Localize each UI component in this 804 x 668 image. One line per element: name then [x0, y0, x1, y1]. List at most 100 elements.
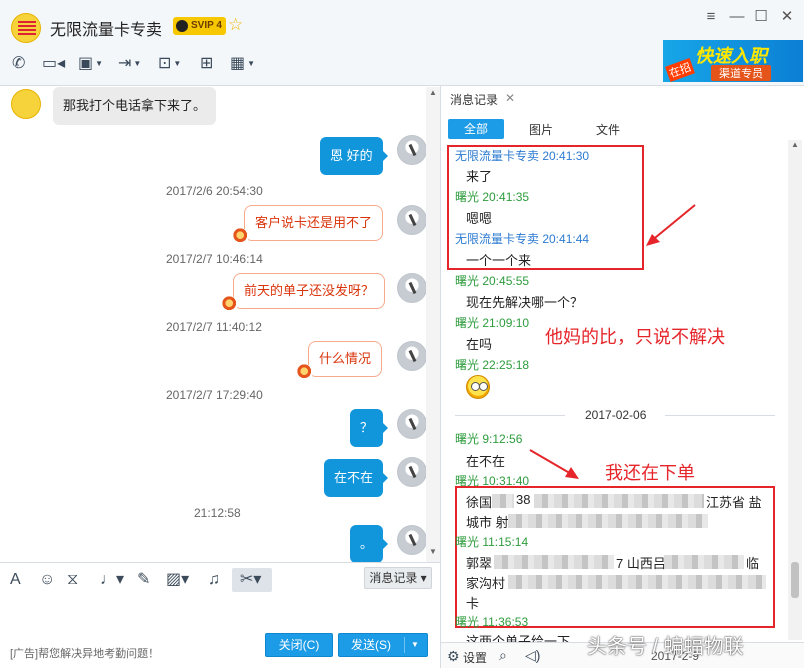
message-board-icon[interactable]: ⊞	[200, 55, 213, 73]
annotation-arrow	[646, 204, 696, 246]
timestamp: 2017/2/7 10:46:14	[166, 252, 263, 266]
ad-link[interactable]: [广告]帮您解决异地考勤问题！	[10, 645, 159, 661]
phone-icon[interactable]: ✆	[12, 55, 25, 73]
scissors-icon[interactable]: ✂▾	[240, 571, 261, 589]
timestamp: 21:12:58	[194, 506, 241, 520]
ad-banner[interactable]: 在招 快速入职 渠道专员	[663, 40, 803, 82]
history-message: 7 山西吕	[616, 556, 666, 571]
my-avatar[interactable]	[397, 205, 427, 235]
my-avatar[interactable]	[397, 273, 427, 303]
timestamp: 2017/2/6 20:54:30	[166, 184, 263, 198]
video-icon[interactable]: ▭◂	[42, 55, 65, 73]
tab-message-history[interactable]: 消息记录	[450, 91, 498, 108]
message-bubble: 恩 好的	[320, 137, 388, 175]
annotation-text: 我还在下单	[605, 463, 695, 483]
minimize-button[interactable]: —	[728, 8, 746, 26]
message-bubble: 。	[350, 525, 389, 562]
scroll-down-icon[interactable]: ▼	[426, 546, 440, 558]
history-sender: 曙光 11:36:53	[455, 615, 529, 629]
timestamp: 2017/2/7 11:40:12	[166, 320, 262, 334]
message-bubble: 什么情况	[296, 341, 383, 380]
remote-assist-icon[interactable]: ⊡ ▼	[158, 55, 181, 73]
file-transfer-icon[interactable]: ⇥ ▼	[118, 55, 141, 73]
filter-all-tab[interactable]: 全部	[448, 119, 504, 139]
my-avatar[interactable]	[397, 457, 427, 487]
message-history-label: 消息记录	[369, 571, 418, 585]
annotation-arrow	[529, 449, 579, 479]
message-bubble: 在不在	[324, 459, 389, 497]
emoji-icon[interactable]: ☺	[39, 571, 55, 589]
window-title: 无限流量卡专卖	[50, 22, 163, 39]
my-avatar[interactable]	[397, 341, 427, 371]
search-icon[interactable]: ⌕	[499, 647, 507, 664]
screen-share-icon[interactable]: ▣ ▼	[78, 55, 103, 73]
filter-file-tab[interactable]: 文件	[596, 121, 620, 138]
history-message: 城市 射	[466, 515, 509, 530]
message-bubble: 前天的单子还没发呀？	[221, 273, 386, 312]
annotation-text: 他妈的比，只说不解决	[545, 327, 725, 347]
music-icon[interactable]: ♫	[208, 571, 220, 589]
history-message: 现在先解决哪一个？	[466, 295, 584, 310]
history-sender: 曙光 21:09:10	[455, 316, 530, 330]
blurred-text	[492, 494, 514, 508]
speaker-icon[interactable]: ◁)	[525, 647, 540, 664]
history-message: 郭翠	[466, 556, 493, 571]
send-options-icon[interactable]: ▼	[411, 634, 419, 656]
history-message: 卡	[466, 596, 480, 611]
divider	[455, 415, 565, 416]
blurred-text	[508, 514, 708, 528]
send-divider	[404, 637, 405, 653]
contact-avatar[interactable]	[11, 89, 41, 119]
history-sender: 曙光 20:45:55	[455, 274, 530, 288]
settings-icon[interactable]: ⚙	[447, 648, 460, 665]
menu-icon[interactable]: ≡	[702, 8, 720, 26]
gif-icon[interactable]: ⧖	[67, 571, 78, 589]
blurred-text	[508, 575, 766, 589]
contact-avatar[interactable]	[11, 13, 41, 43]
watermark: 头条号 / 蝙蝠物联	[587, 636, 744, 658]
apps-icon[interactable]: ▦ ▼	[230, 55, 255, 73]
filter-image-tab[interactable]: 图片	[529, 121, 553, 138]
settings-label[interactable]: 设置	[463, 649, 487, 666]
history-scroll-thumb[interactable]	[791, 562, 799, 598]
voice-icon[interactable]: ♩▾	[100, 571, 124, 589]
history-sender: 曙光 11:15:14	[455, 535, 529, 549]
message-history-button[interactable]: 消息记录 ▾	[364, 567, 432, 589]
date-separator: 2017-02-06	[585, 408, 647, 422]
scroll-up-icon[interactable]: ▲	[426, 87, 440, 99]
blurred-text	[664, 555, 744, 569]
annotation-highlight-box	[447, 145, 644, 270]
close-tab-icon[interactable]: ✕	[505, 91, 515, 105]
history-message: 在不在	[466, 454, 506, 469]
blurred-text	[494, 555, 614, 569]
message-bubble: ？	[350, 409, 389, 447]
history-message: 家沟村	[466, 576, 506, 591]
send-button[interactable]: 发送(S) ▼	[338, 633, 428, 657]
my-avatar[interactable]	[397, 525, 427, 555]
vip-badge[interactable]: SVIP 4	[173, 17, 226, 35]
history-message: 江苏省 盐	[706, 495, 762, 510]
history-sender: 曙光 9:12:56	[455, 432, 523, 446]
history-message: 38	[516, 492, 531, 507]
divider	[665, 415, 775, 416]
scroll-up-icon[interactable]: ▲	[788, 140, 802, 154]
history-sender: 曙光 22:25:18	[455, 358, 530, 372]
send-label: 发送(S)	[351, 638, 391, 652]
timestamp: 2017/2/7 17:29:40	[166, 388, 263, 402]
history-message: 临	[746, 556, 760, 571]
chat-scrollbar[interactable]	[426, 87, 440, 562]
my-avatar[interactable]	[397, 409, 427, 439]
shocked-emoji-icon	[466, 375, 490, 399]
message-bubble: 客户说卡还是用不了	[232, 205, 384, 244]
chat-area: 那我打个电话拿下来了。 恩 好的 2017/2/6 20:54:30 客户说卡还…	[0, 87, 440, 562]
star-icon[interactable]: ☆	[228, 15, 243, 35]
close-window-button[interactable]: ✕	[778, 8, 796, 26]
message-bubble: 那我打个电话拿下来了。	[53, 87, 217, 125]
my-avatar[interactable]	[397, 135, 427, 165]
font-icon[interactable]: A	[10, 571, 21, 589]
pen-icon[interactable]: ✎	[137, 571, 150, 589]
maximize-button[interactable]: ☐	[752, 8, 770, 26]
close-button[interactable]: 关闭(C)	[265, 633, 333, 657]
blurred-text	[534, 494, 704, 508]
image-icon[interactable]: ▨▾	[166, 571, 189, 589]
